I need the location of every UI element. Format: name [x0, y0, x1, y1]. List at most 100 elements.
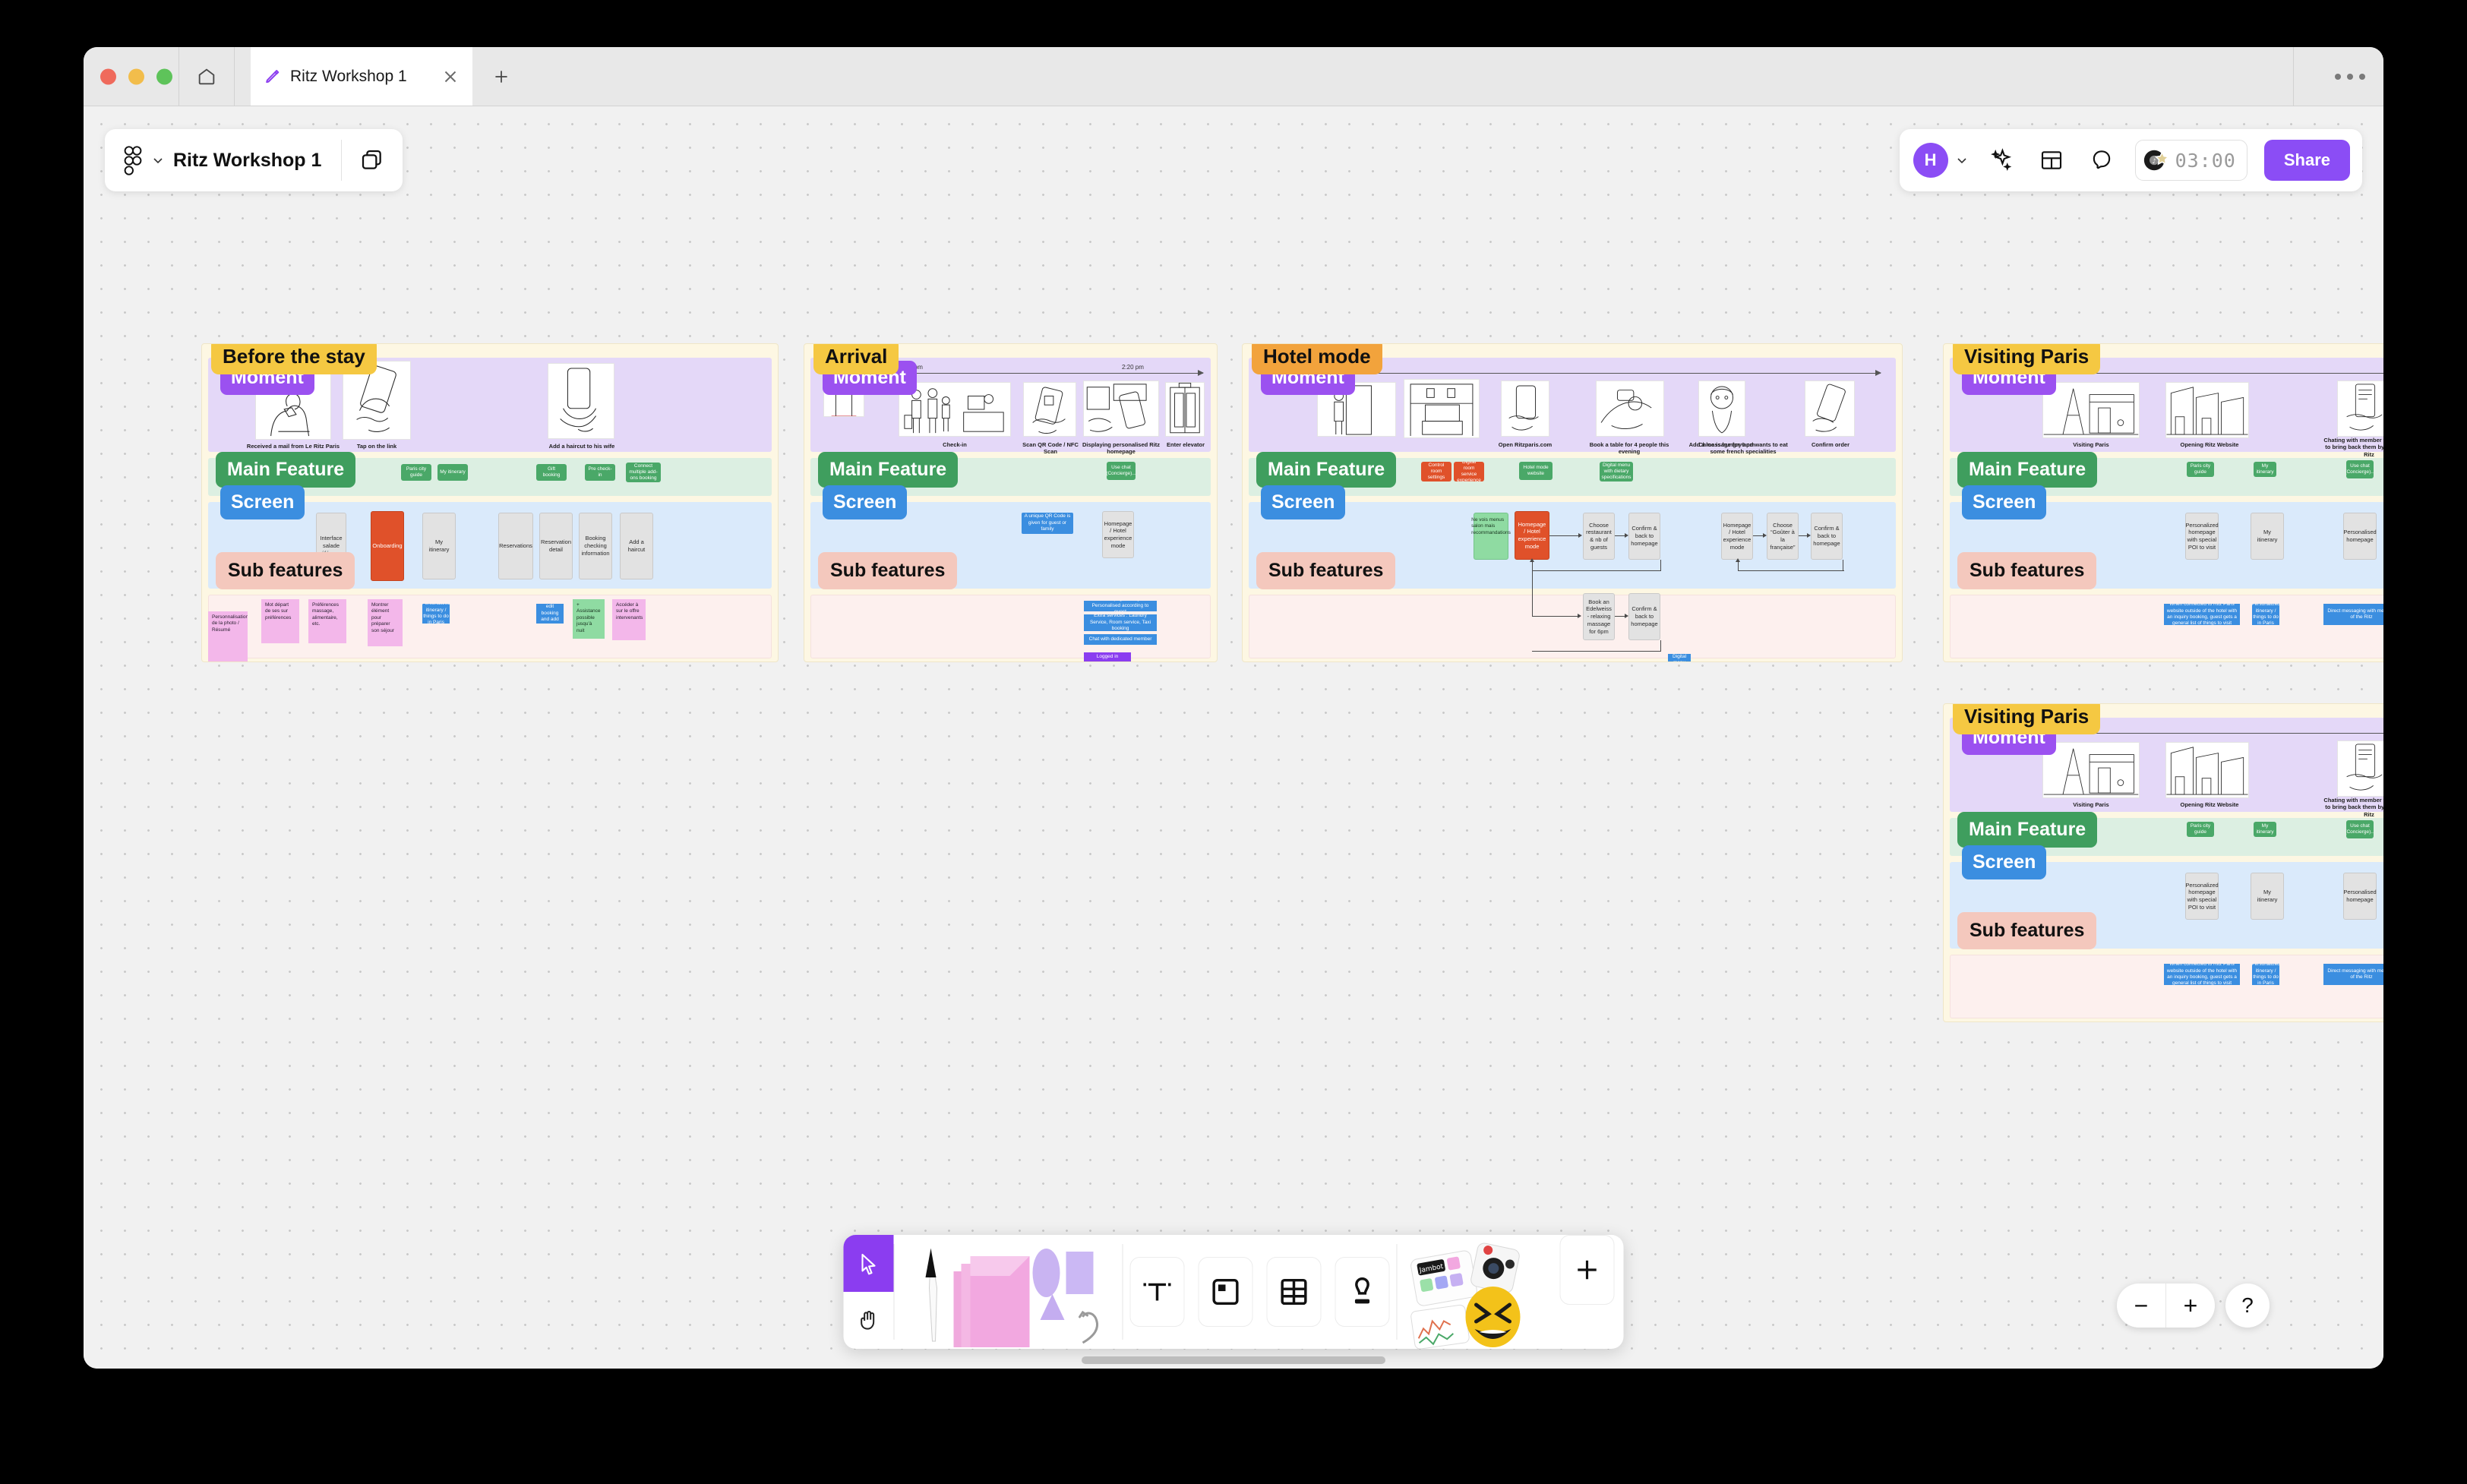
chevron-down-icon[interactable]: [1956, 154, 1968, 166]
row-label-main-feature[interactable]: Main Feature: [1256, 452, 1397, 488]
screen-card[interactable]: Homepage / Hotel experience mode: [1102, 511, 1134, 558]
screen-card[interactable]: Choose “Goûter à la française”: [1767, 513, 1799, 560]
screen-card[interactable]: My itinerary: [2251, 873, 2284, 920]
close-window-button[interactable]: [100, 68, 116, 84]
comment-bubble-icon[interactable]: [2085, 144, 2118, 177]
close-icon[interactable]: [441, 67, 460, 87]
feature-tag[interactable]: Paris city guide: [2187, 822, 2214, 837]
home-icon[interactable]: [179, 47, 234, 106]
board-visiting-paris-1[interactable]: Visiting Paris Opening Ritz Website Chat…: [1943, 343, 2383, 662]
feature-tag[interactable]: Control room settings: [1421, 462, 1451, 482]
screen-card[interactable]: Choose restaurant & nb of guests: [1583, 513, 1615, 560]
screen-card[interactable]: Booking checking information: [579, 513, 612, 579]
screen-card[interactable]: Personalised homepage: [2343, 513, 2377, 560]
new-tab-button[interactable]: [486, 62, 516, 92]
row-label-main-feature[interactable]: Main Feature: [818, 452, 959, 488]
sticky-note[interactable]: + Assistance possible jusqu'à nuit: [573, 599, 605, 639]
board-visiting-paris-2[interactable]: Visiting Paris Opening Ritz Website Chat…: [1943, 703, 2383, 1022]
minimize-window-button[interactable]: [128, 68, 144, 84]
sticky-note[interactable]: Personnalisation de la photo / Résumé: [208, 611, 248, 661]
feature-tag[interactable]: Use chat (Concierge)...: [1107, 462, 1136, 480]
screen-card[interactable]: Confirm & back to homepage: [1628, 513, 1660, 560]
row-label-screen[interactable]: Screen: [220, 485, 305, 519]
sparkle-icon[interactable]: [1985, 144, 2018, 177]
screen-card[interactable]: Add a haircut: [620, 513, 653, 579]
cursor-arrow-icon[interactable]: [843, 1235, 894, 1292]
screen-card[interactable]: Confirm & back to homepage: [1628, 593, 1660, 640]
horizontal-scrollbar[interactable]: [1082, 1356, 1385, 1364]
chevron-down-icon[interactable]: [152, 154, 164, 166]
bottom-toolbar[interactable]: Jambot: [843, 1235, 1624, 1349]
row-label-main-feature[interactable]: Main Feature: [1957, 812, 2098, 848]
row-label-screen[interactable]: Screen: [1962, 485, 2047, 519]
help-button[interactable]: ?: [2225, 1284, 2270, 1328]
board-before-the-stay[interactable]: Received a mail from Le Ritz Paris Tap o…: [201, 343, 779, 662]
screen-card[interactable]: Ne vois menus salon mais recommandations: [1471, 513, 1511, 560]
sticky-note[interactable]: Personalized itinerary / things to do in…: [422, 604, 450, 624]
screen-card[interactable]: Reservations: [498, 513, 533, 579]
screen-card[interactable]: My itinerary: [422, 513, 456, 579]
sticky-note[interactable]: Mot départ de ses sur préférences: [261, 599, 299, 643]
screen-card[interactable]: Personalized homepage with special POI t…: [2185, 873, 2219, 920]
figjam-canvas[interactable]: Ritz Workshop 1 H ♪ 03:00 Share Received…: [84, 106, 2383, 1369]
feature-tag[interactable]: Paris city guide: [2187, 462, 2214, 477]
sticky-note[interactable]: Accéder à sur le offre intervenants: [612, 599, 646, 640]
row-label-sub-features[interactable]: Sub features: [1957, 912, 2097, 949]
sticky-note[interactable]: Montrer élément pour préparer son séjour: [368, 599, 403, 646]
board-title[interactable]: Arrival: [813, 344, 899, 374]
screen-card[interactable]: Personalized homepage with special POI t…: [2185, 513, 2219, 560]
feature-tag[interactable]: Use chat (Concierge)...: [2346, 460, 2374, 478]
board-hotel-mode[interactable]: Open Ritzparis.com Book a table for 4 pe…: [1242, 343, 1903, 662]
table-icon[interactable]: [1266, 1257, 1322, 1327]
board-title[interactable]: Visiting Paris: [1953, 344, 2101, 374]
screen-card[interactable]: Reservation detail: [539, 513, 573, 579]
three-dots-icon[interactable]: [2335, 73, 2365, 80]
sticky-note[interactable]: Préférences massage, alimentaire, etc.: [308, 599, 346, 643]
screen-card[interactable]: A unique QR Code is given for guest or f…: [1022, 513, 1073, 534]
feature-tag[interactable]: Digital room service experience: [1454, 462, 1484, 482]
browser-tab[interactable]: Ritz Workshop 1: [251, 47, 472, 106]
sticky-note[interactable]: When connected to Ritz Paris website out…: [2164, 964, 2240, 985]
feature-tag[interactable]: My itinerary: [2254, 822, 2276, 837]
text-tool-icon[interactable]: [1129, 1257, 1185, 1327]
row-label-sub-features[interactable]: Sub features: [1957, 552, 2097, 589]
stamp-icon[interactable]: [1335, 1257, 1390, 1327]
avatar[interactable]: H: [1913, 143, 1948, 178]
feature-tag[interactable]: Paris city guide: [401, 464, 431, 481]
sticky-note[interactable]: Logged in: [1084, 652, 1131, 661]
sticky-note[interactable]: Extra services : Laundry Service, Room s…: [1084, 614, 1157, 631]
music-timer-widget[interactable]: ♪ 03:00: [2134, 140, 2247, 181]
board-arrival[interactable]: 2:15 pm 2:20 pm Check-in: [804, 343, 1218, 662]
sticky-note[interactable]: Ability to edit booking and add add-ons: [536, 604, 564, 624]
screen-card[interactable]: Onboarding: [371, 511, 404, 581]
screen-card[interactable]: Homepage / Hotel experience mode: [1515, 511, 1549, 560]
board-title[interactable]: Hotel mode: [1252, 344, 1382, 374]
hand-icon[interactable]: [844, 1292, 894, 1349]
row-label-main-feature[interactable]: Main Feature: [1957, 452, 2098, 488]
sticky-note[interactable]: Direct messaging with member of the Ritz: [2323, 604, 2383, 625]
row-label-sub-features[interactable]: Sub features: [216, 552, 355, 589]
figma-logo-icon[interactable]: [123, 146, 143, 175]
file-name[interactable]: Ritz Workshop 1: [173, 150, 321, 172]
zoom-in-button[interactable]: +: [2166, 1284, 2215, 1328]
maximize-window-button[interactable]: [156, 68, 172, 84]
zoom-out-button[interactable]: −: [2117, 1284, 2165, 1328]
board-title[interactable]: Before the stay: [211, 344, 377, 374]
feature-tag[interactable]: Hotel mode website: [1519, 462, 1553, 480]
row-label-screen[interactable]: Screen: [1962, 845, 2047, 879]
feature-tag[interactable]: Pre check-in: [585, 464, 615, 481]
screen-card[interactable]: Book an Edelweiss - relaxing massage for…: [1583, 593, 1615, 640]
feature-tag[interactable]: Use chat (Concierge)...: [2346, 820, 2374, 838]
sticky-note[interactable]: Homepage is fully Personalised according…: [1084, 601, 1157, 611]
sticky-note[interactable]: Personalized itinerary / things to do in…: [2252, 604, 2279, 625]
sticky-note[interactable]: Direct messaging with member of the Ritz: [2323, 964, 2383, 985]
screen-card[interactable]: Personalised homepage: [2343, 873, 2377, 920]
share-button[interactable]: Share: [2263, 140, 2350, 181]
sticky-note[interactable]: When connected to Ritz Paris website out…: [2164, 604, 2240, 625]
row-label-screen[interactable]: Screen: [1261, 485, 1346, 519]
section-frame-icon[interactable]: [1198, 1257, 1253, 1327]
sticky-note[interactable]: Personalized itinerary / things to do in…: [2252, 964, 2279, 985]
row-label-screen[interactable]: Screen: [823, 485, 908, 519]
layout-grid-icon[interactable]: [2035, 144, 2068, 177]
screen-card[interactable]: Homepage / Hotel experience mode: [1721, 513, 1753, 560]
